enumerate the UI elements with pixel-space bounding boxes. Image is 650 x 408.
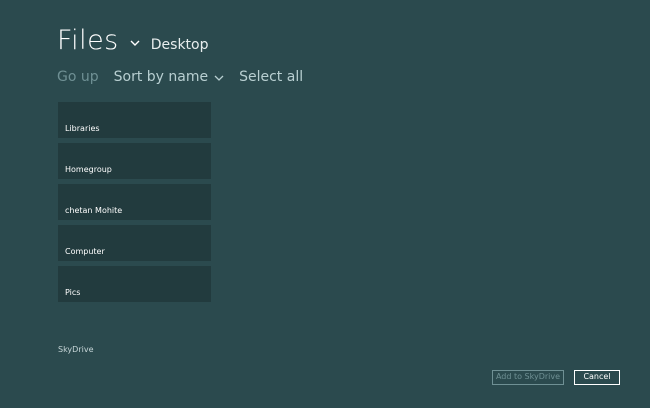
picker-header: Files Desktop	[57, 24, 209, 58]
file-tile-homegroup[interactable]: Homegroup	[58, 143, 211, 179]
file-tile-label: Homegroup	[65, 165, 112, 174]
command-bar: Go up Sort by name Select all	[57, 67, 318, 87]
file-tile-label: chetan Mohite	[65, 206, 123, 215]
file-tile-pics[interactable]: Pics	[58, 266, 211, 302]
file-tile-label: Computer	[65, 247, 105, 256]
file-tile-computer[interactable]: Computer	[58, 225, 211, 261]
cancel-button[interactable]: Cancel	[574, 370, 620, 385]
go-up-button[interactable]: Go up	[57, 67, 99, 87]
sort-label: Sort by name	[113, 69, 209, 85]
add-to-skydrive-button[interactable]: Add to SkyDrive	[492, 370, 564, 385]
file-list: Libraries Homegroup chetan Mohite Comput…	[58, 102, 211, 307]
file-tile-user[interactable]: chetan Mohite	[58, 184, 211, 220]
location-dropdown[interactable]: Desktop	[151, 35, 209, 55]
sort-dropdown[interactable]: Sort by name	[114, 67, 224, 87]
file-tile-label: Libraries	[65, 124, 100, 133]
file-tile-label: Pics	[65, 288, 81, 297]
chevron-down-icon	[214, 75, 224, 81]
skydrive-link[interactable]: SkyDrive	[58, 345, 94, 355]
page-title: Files	[57, 25, 119, 56]
file-tile-libraries[interactable]: Libraries	[58, 102, 211, 138]
select-all-button[interactable]: Select all	[239, 67, 303, 87]
chevron-down-icon[interactable]	[129, 37, 141, 49]
